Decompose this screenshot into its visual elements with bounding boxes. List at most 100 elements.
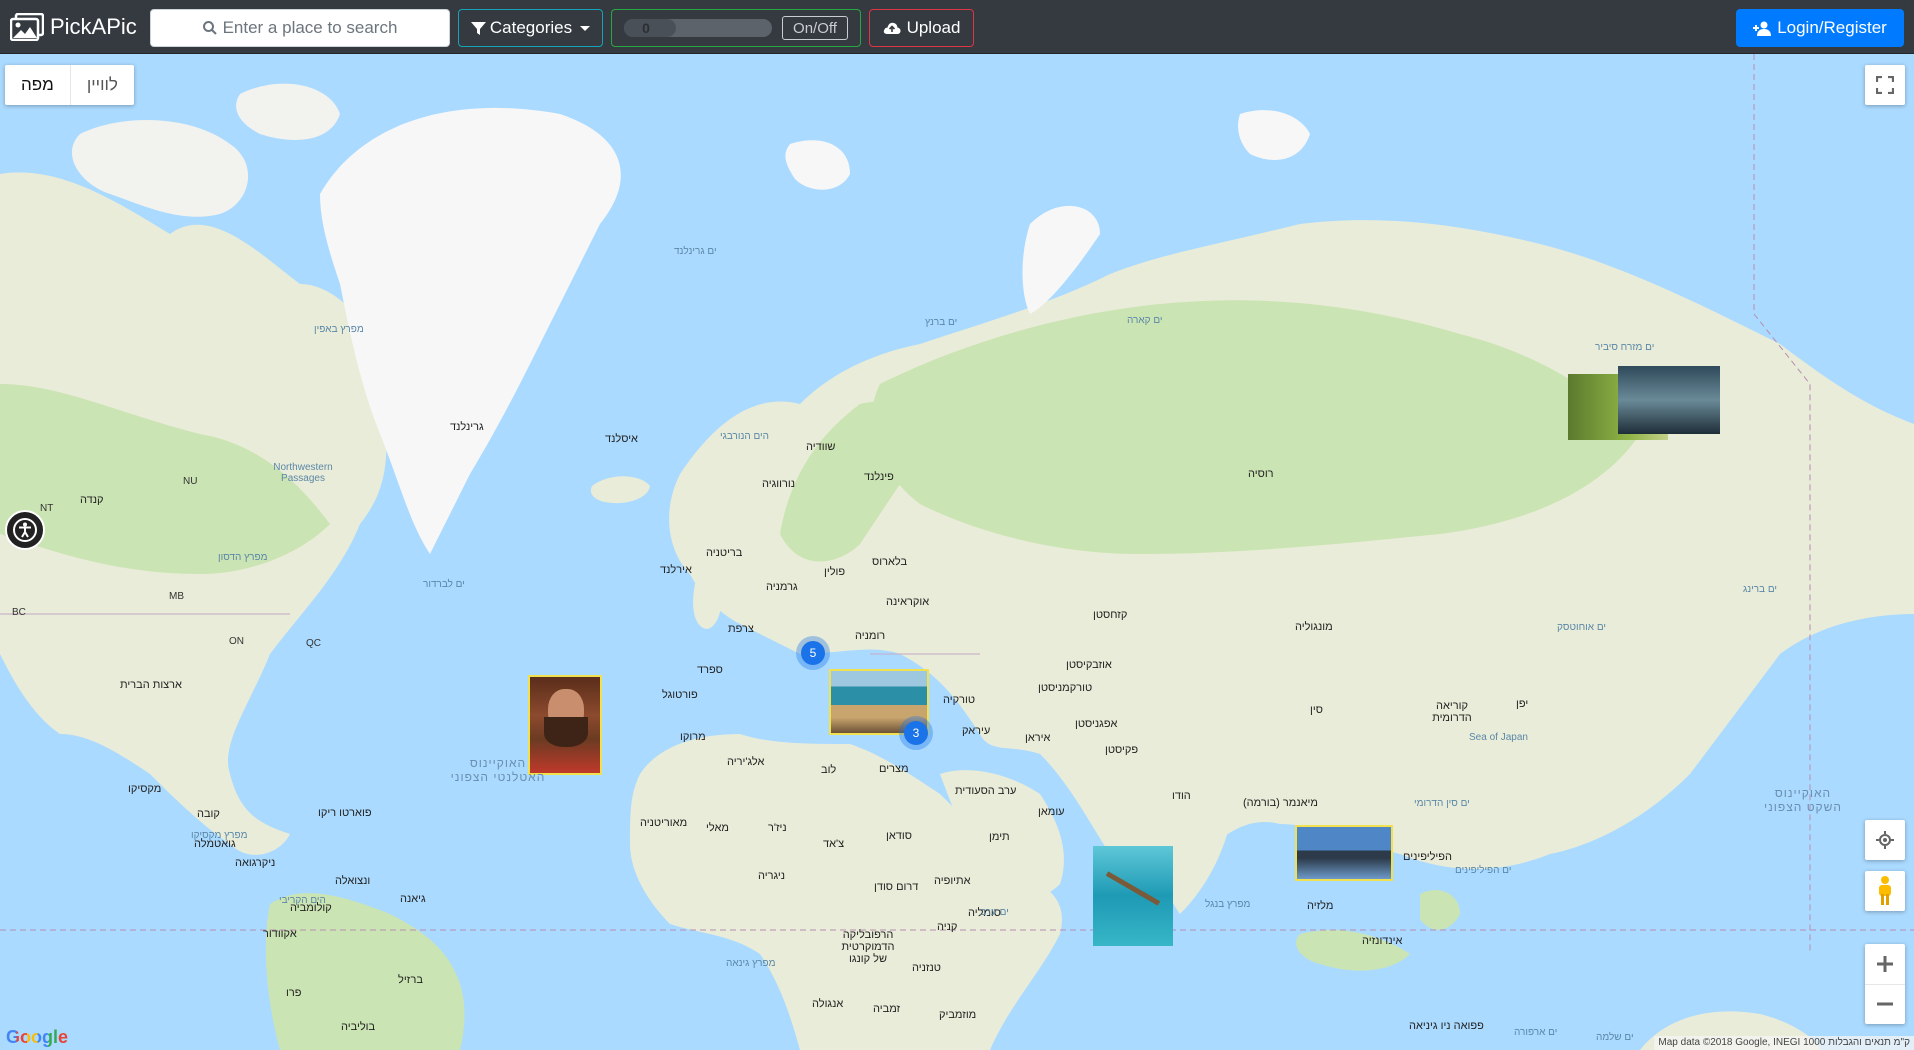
upload-button[interactable]: Upload <box>869 9 974 47</box>
world-map[interactable]: מפה לוויין 5 3 גרינלנד איסלנד שוודיה פינ… <box>0 54 1914 1050</box>
label-mongolia: מונגוליה <box>1295 621 1333 633</box>
label-brazil: ברזיל <box>398 974 423 986</box>
label-drc: הרפובליקה הדמוקרטית של קונגו <box>841 929 895 965</box>
label-iceland: איסלנד <box>605 433 638 445</box>
label-afghanistan: אפגניסטן <box>1075 718 1118 730</box>
label-mb: MB <box>169 591 184 602</box>
google-logo-text: Google <box>6 1027 68 1047</box>
plus-icon <box>1877 955 1893 972</box>
label-chad: צ'אד <box>823 838 845 850</box>
map-type-map-button[interactable]: מפה <box>5 65 70 105</box>
label-okhotsk-sea: ים אוחוטסק <box>1557 622 1606 633</box>
app-title: PickAPic <box>50 14 137 39</box>
label-france: צרפת <box>728 623 754 635</box>
label-peru: פרו <box>286 987 302 999</box>
label-philippines: הפיליפינים <box>1403 851 1452 863</box>
label-ecuador: אקוודור <box>263 928 297 940</box>
pegman-icon <box>1879 876 1891 905</box>
photo-cluster-marker[interactable]: 5 <box>801 641 825 665</box>
label-south-korea: קוריאה הדרומית <box>1432 700 1472 724</box>
label-finland: פינלנד <box>864 471 894 483</box>
label-ukraine: אוקראינה <box>886 596 930 608</box>
label-north-atlantic: האוקיינוס האטלנטי הצפוני <box>450 756 546 784</box>
label-nicaragua: ניקרגואה <box>235 857 276 869</box>
label-hudson-bay: מפרץ הדסון <box>218 552 268 563</box>
image-gallery-icon <box>10 13 44 41</box>
zoom-control <box>1865 944 1905 1024</box>
label-kazakhstan: קזחסטן <box>1093 609 1128 621</box>
photo-marker-lake[interactable] <box>1618 366 1720 434</box>
label-angola: אנגולה <box>812 998 844 1010</box>
street-view-pegman-button[interactable] <box>1865 871 1905 911</box>
label-puerto-rico: פוארטו ריקו <box>318 807 372 819</box>
label-russia: רוסיה <box>1248 468 1274 480</box>
label-canada: קנדה <box>80 494 104 506</box>
label-bay-of-bengal: מפרץ בנגל <box>1205 899 1251 910</box>
photo-marker-islands[interactable] <box>1295 825 1393 881</box>
minus-icon <box>1877 1002 1893 1006</box>
label-germany: גרמניה <box>766 581 798 593</box>
upload-label: Upload <box>906 18 961 37</box>
label-kenya: קניה <box>937 921 958 933</box>
label-oman: עומאן <box>1038 806 1065 818</box>
cloud-upload-icon <box>883 22 901 34</box>
distance-slider-group: 0 On/Off <box>611 9 861 47</box>
login-label: Login/Register <box>1777 18 1887 37</box>
label-east-siberian-sea: ים מזרח סיביר <box>1595 342 1655 353</box>
label-arabian-sea: ים ערב <box>980 907 1009 918</box>
label-gulf-of-guinea: מפרץ גינאה <box>726 958 776 969</box>
slider-value[interactable]: 0 <box>632 19 660 37</box>
label-cuba: קובה <box>197 808 220 820</box>
fullscreen-icon <box>1876 76 1894 94</box>
label-labrador-sea: ים לברדור <box>423 579 465 590</box>
label-tanzania: טנזניה <box>912 962 941 974</box>
label-sea-of-japan: Sea of Japan <box>1469 732 1528 743</box>
zoom-in-button[interactable] <box>1865 944 1905 985</box>
label-north-pacific: האוקיינוס השקט הצפוני <box>1764 786 1842 814</box>
map-type-satellite-button[interactable]: לוויין <box>69 65 134 105</box>
label-algeria: אלג'יריה <box>727 756 765 768</box>
label-guyana: גיאנה <box>400 893 426 905</box>
label-mauritania: מאוריטניה <box>640 817 688 829</box>
categories-dropdown-button[interactable]: Categories <box>458 9 603 47</box>
categories-label: Categories <box>489 18 573 37</box>
label-china: סין <box>1310 704 1323 716</box>
photo-marker-maldives[interactable] <box>1093 846 1173 946</box>
label-saudi: ערב הסעודית <box>955 785 1017 797</box>
label-bc: BC <box>12 607 26 618</box>
login-register-button[interactable]: Login/Register <box>1736 9 1904 47</box>
top-navbar: PickAPic Enter a place to search Categor… <box>0 0 1914 54</box>
label-pakistan: פקיסטן <box>1105 744 1139 756</box>
google-logo[interactable]: Google <box>6 1027 68 1048</box>
app-brand[interactable]: PickAPic <box>10 11 137 43</box>
map-attribution[interactable]: Map data ©2018 Google, INEGI 1000 ק"מ תנ… <box>1654 1036 1914 1050</box>
label-sudan: סודאן <box>886 830 912 842</box>
zoom-out-button[interactable] <box>1865 985 1905 1025</box>
accessibility-button[interactable] <box>5 510 45 550</box>
my-location-button[interactable] <box>1865 820 1905 860</box>
label-zambia: זמביה <box>873 1003 901 1015</box>
label-mozambique: מוזמביק <box>939 1009 977 1021</box>
label-bolivia: בוליביה <box>341 1021 376 1033</box>
place-search-input[interactable]: Enter a place to search <box>150 9 450 47</box>
label-philippine-sea: ים הפיליפינים <box>1455 865 1512 876</box>
label-malaysia: מלזיה <box>1307 900 1334 912</box>
label-libya: לוב <box>821 764 837 776</box>
label-venezuela: ונצואלה <box>335 875 371 887</box>
photo-cluster-marker[interactable]: 3 <box>904 721 928 745</box>
label-arafura-sea: ים ארפורה <box>1514 1027 1558 1038</box>
filter-icon <box>470 21 486 35</box>
crosshair-icon <box>1876 831 1894 849</box>
label-northwestern-passages: Northwestern Passages <box>273 462 333 484</box>
distance-slider[interactable]: 0 <box>624 19 772 37</box>
label-gulf-of-mexico: מפרץ מקסיקו <box>191 830 248 841</box>
label-mexico: מקסיקו <box>128 783 162 795</box>
label-uzbekistan: אוזבקיסטן <box>1066 659 1112 671</box>
label-turkey: טורקיה <box>943 694 976 706</box>
label-baffin-bay: מפרץ באפין <box>314 324 364 335</box>
fullscreen-button[interactable] <box>1865 65 1905 105</box>
label-spain: ספרד <box>697 664 723 676</box>
label-usa: ארצות הברית <box>120 679 182 691</box>
label-greenland: גרינלנד <box>450 421 484 433</box>
onoff-toggle-button[interactable]: On/Off <box>782 16 848 40</box>
